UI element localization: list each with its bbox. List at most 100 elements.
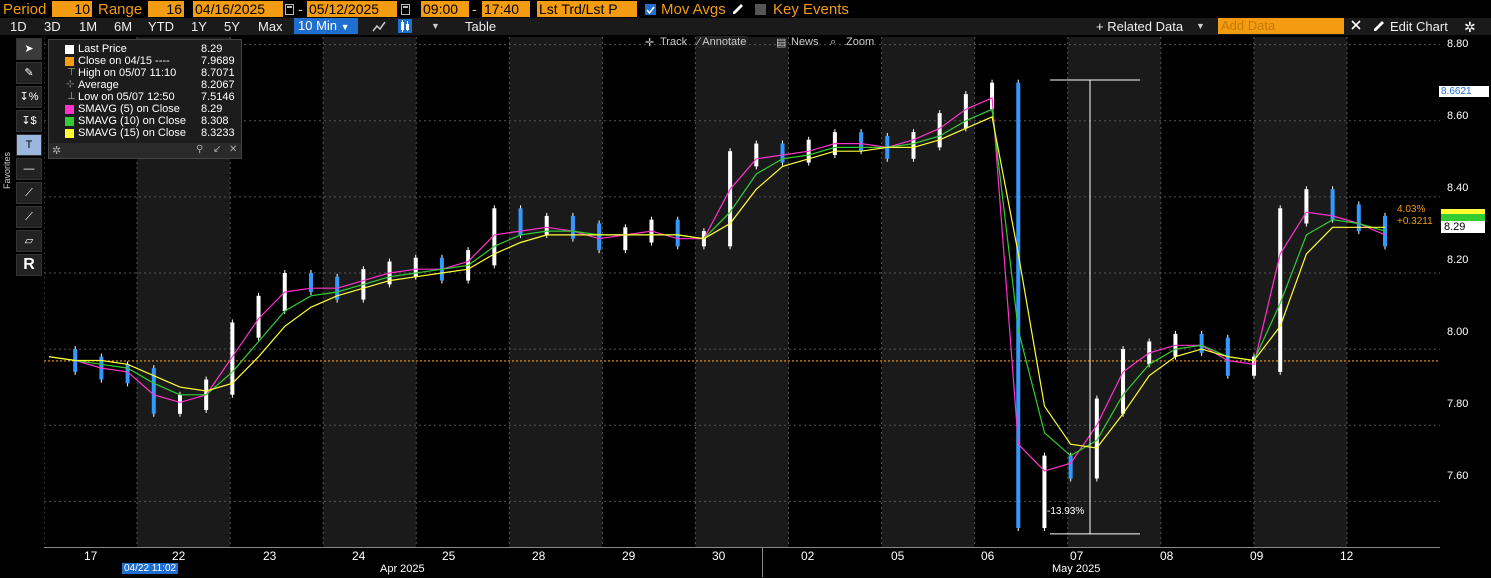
dollar-tool[interactable]: ↧$ [16, 110, 42, 132]
text-icon: T [25, 139, 33, 151]
calendar-icon[interactable] [401, 4, 410, 15]
more-tools[interactable]: R [16, 254, 42, 276]
timeframe-5y[interactable]: 5Y [224, 19, 240, 34]
period-input[interactable]: 10 [52, 1, 92, 17]
pencil-icon[interactable] [732, 3, 744, 18]
timeframe-6m[interactable]: 6M [114, 19, 132, 34]
gear-icon[interactable]: ✲ [1464, 19, 1476, 36]
legend-value: 8.2067 [201, 79, 235, 91]
mov-avgs-checkbox[interactable] [645, 4, 656, 15]
close-icon[interactable]: ✕ [229, 144, 237, 155]
day-band [1253, 37, 1347, 547]
interval-label: 10 Min [298, 18, 338, 33]
percent-icon: ↧% [19, 91, 39, 103]
legend-label: High on 05/07 11:10 [78, 67, 177, 79]
timeframe-1y[interactable]: 1Y [191, 19, 207, 34]
related-data-button[interactable]: + Related Data [1096, 19, 1183, 34]
horizontal-line-tool[interactable]: — [16, 158, 42, 180]
pin-icon[interactable]: ⚲ [196, 144, 203, 155]
candle-body [675, 219, 680, 247]
add-data-input[interactable]: Add Data [1218, 18, 1344, 34]
legend-panel: Last Price 8.29 Close on 04/15 ---- 7.96… [48, 39, 242, 159]
x-tick-label: 25 [442, 549, 456, 563]
x-tick-label: 23 [263, 549, 277, 563]
timeframe-max[interactable]: Max [258, 19, 283, 34]
range-label: Range [98, 1, 143, 18]
candle-body [1278, 208, 1283, 372]
range-input[interactable]: 16 [148, 1, 184, 17]
favorites-tab[interactable]: Favorites [2, 152, 12, 189]
month-divider [762, 547, 763, 577]
cursor-icon: ➤ [24, 43, 34, 55]
ray-tool[interactable]: ⟋ [16, 206, 42, 228]
start-time-input[interactable]: 09:00 [421, 1, 469, 17]
timeframe-3d[interactable]: 3D [44, 19, 61, 34]
chevron-down-icon[interactable]: ▼ [1196, 21, 1205, 31]
crosshair-icon: ✛ [645, 37, 655, 49]
collapse-icon[interactable]: ↙ [213, 144, 221, 155]
timeframe-1d[interactable]: 1D [10, 19, 27, 34]
candle-body [728, 151, 733, 247]
trendline-tool[interactable]: ⟋ [16, 182, 42, 204]
y-tick-label: 8.20 [1447, 254, 1469, 266]
price-type-select[interactable]: Lst Trd/Lst P [537, 1, 637, 17]
candlestick-icon[interactable] [398, 19, 412, 33]
gear-icon[interactable]: ✲ [52, 144, 61, 157]
chevron-down-icon[interactable]: ▼ [431, 21, 440, 31]
percent-tool[interactable]: ↧% [16, 86, 42, 108]
news-tool[interactable]: News [791, 36, 819, 48]
end-time-input[interactable]: 17:40 [482, 1, 530, 17]
pencil-icon: ✎ [24, 67, 34, 79]
search-icon: ⌕ [830, 36, 837, 48]
start-date-input[interactable]: 04/16/2025 [193, 1, 283, 17]
x-tick-label: 24 [352, 549, 366, 563]
x-tick-label: 05 [891, 549, 905, 563]
legend-value: 8.29 [201, 43, 223, 55]
price-chart[interactable] [44, 37, 1440, 547]
day-band [509, 37, 603, 547]
candle-body [623, 227, 628, 251]
last-price-tag: 8.29 [1441, 221, 1485, 233]
drawdown-label: -13.93% [1047, 506, 1085, 517]
x-tick-label: 30 [712, 549, 726, 563]
calendar-icon[interactable] [285, 4, 294, 15]
track-tool[interactable]: Track [660, 36, 687, 48]
line-icon: — [23, 163, 35, 175]
legend-value: 8.3233 [201, 127, 235, 139]
x-tick-label: 02 [801, 549, 815, 563]
timeframe-1m[interactable]: 1M [79, 19, 97, 34]
x-tick-label: 17 [84, 549, 98, 563]
day-band [1160, 37, 1254, 547]
channel-tool[interactable]: ▱ [16, 230, 42, 252]
legend-value: 7.5146 [201, 91, 235, 103]
interval-select[interactable]: 10 Min ▼ [294, 18, 358, 34]
legend-label: Low on 05/07 12:50 [78, 91, 175, 103]
cursor-date-label: 04/22 11:02 [122, 563, 179, 574]
edit-chart-button[interactable]: Edit Chart [1390, 19, 1448, 34]
close-icon[interactable] [1350, 19, 1362, 34]
annotate-tool[interactable]: ⁄ Annotate [696, 36, 749, 48]
y-tick-label: 8.40 [1447, 182, 1469, 194]
pencil-icon [1373, 20, 1385, 35]
candle-body [1016, 82, 1021, 528]
candle-body [859, 132, 864, 152]
x-axis-line [44, 547, 1440, 548]
x-tick-label: 29 [622, 549, 636, 563]
check-icon [646, 6, 655, 15]
end-date-input[interactable]: 05/12/2025 [307, 1, 397, 17]
timeframe-ytd[interactable]: YTD [148, 19, 174, 34]
draw-tool[interactable]: ✎ [16, 62, 42, 84]
candle-body [937, 113, 942, 148]
key-events-checkbox[interactable] [755, 4, 766, 15]
x-tick-label: 12 [1340, 549, 1354, 563]
y-tick-label: 7.60 [1447, 470, 1469, 482]
smavg10-swatch [65, 117, 74, 126]
candle-body [597, 223, 602, 251]
legend-label: SMAVG (10) on Close [78, 115, 187, 127]
table-button[interactable]: Table [465, 19, 496, 34]
day-band [1067, 37, 1161, 547]
text-tool[interactable]: T [16, 134, 42, 156]
pointer-tool[interactable]: ➤ [16, 38, 42, 60]
line-chart-icon[interactable] [372, 20, 386, 36]
zoom-tool[interactable]: Zoom [846, 36, 874, 48]
